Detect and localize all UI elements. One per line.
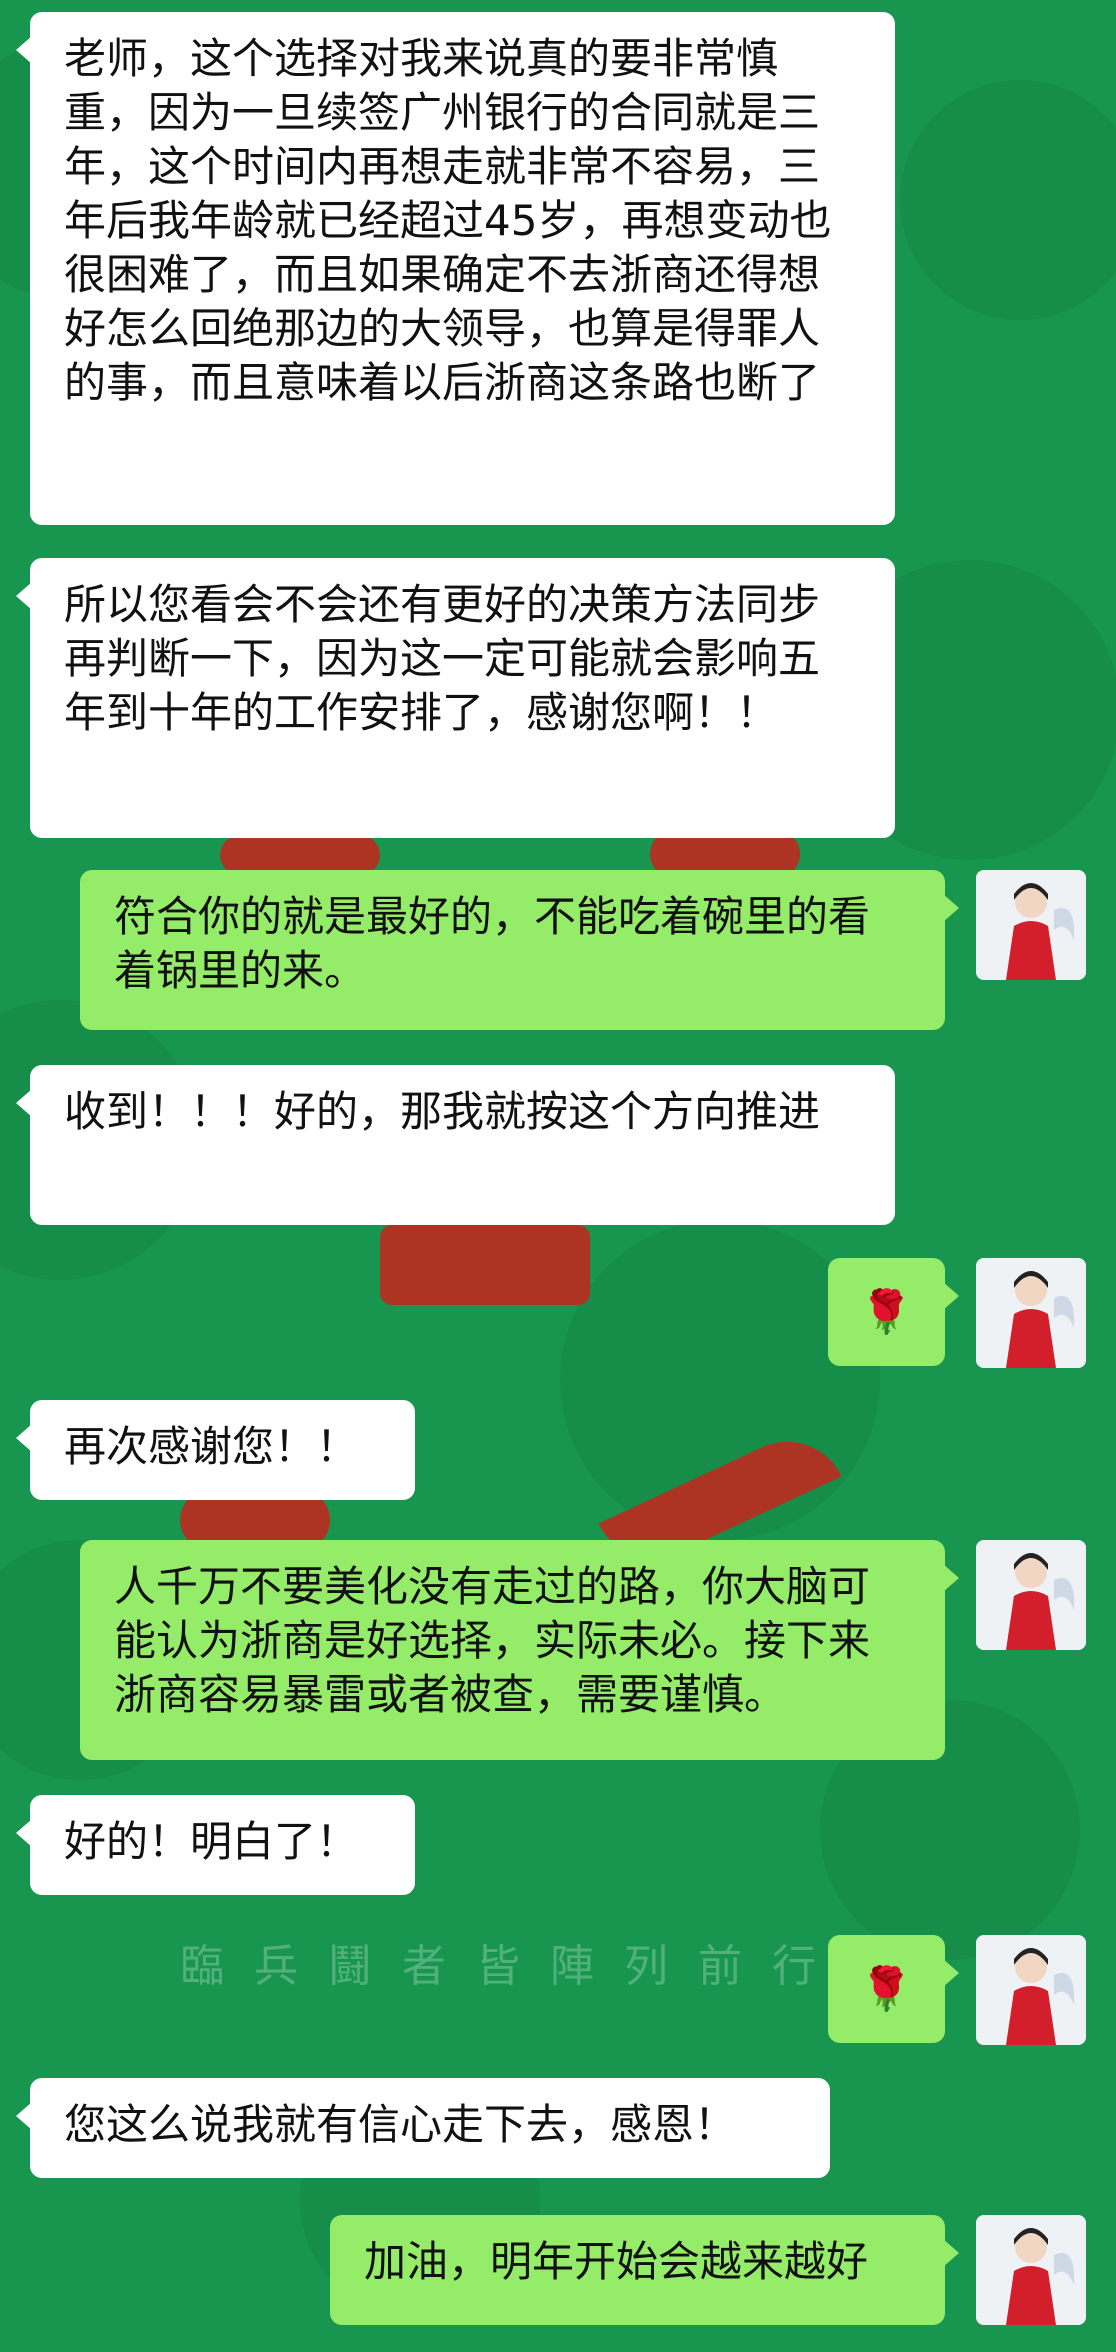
message-bubble[interactable]: 老师，这个选择对我来说真的要非常慎重，因为一旦续签广州银行的合同就是三年，这个时… xyxy=(16,12,895,525)
message-text: 再次感谢您！！ xyxy=(64,1422,359,1471)
message-bubble[interactable]: 好的！明白了！ xyxy=(16,1795,415,1895)
message-bubble[interactable]: 再次感谢您！！ xyxy=(16,1400,415,1500)
avatar-woman-in-red-icon xyxy=(976,1935,1086,2045)
message-bubble[interactable]: 加油，明年开始会越来越好 xyxy=(330,2215,959,2325)
chat-message-list[interactable]: 老师，这个选择对我来说真的要非常慎重，因为一旦续签广州银行的合同就是三年，这个时… xyxy=(0,0,1116,2352)
message-bubble[interactable]: 您这么说我就有信心走下去，感恩！ xyxy=(16,2078,830,2178)
message-bubble[interactable]: 人千万不要美化没有走过的路，你大脑可能认为浙商是好选择，实际未必。接下来浙商容易… xyxy=(80,1540,959,1760)
avatar[interactable] xyxy=(976,1540,1086,1650)
avatar-woman-in-red-icon xyxy=(976,870,1086,980)
message-text: 老师，这个选择对我来说真的要非常慎重，因为一旦续签广州银行的合同就是三年，这个时… xyxy=(64,34,832,407)
avatar[interactable] xyxy=(976,1935,1086,2045)
avatar-woman-in-red-icon xyxy=(976,2215,1086,2325)
message-text: 符合你的就是最好的，不能吃着碗里的看着锅里的来。 xyxy=(114,892,871,995)
message-text: 人千万不要美化没有走过的路，你大脑可能认为浙商是好选择，实际未必。接下来浙商容易… xyxy=(114,1562,871,1719)
message-text: 您这么说我就有信心走下去，感恩！ xyxy=(64,2100,737,2149)
message-bubble[interactable]: 🌹 xyxy=(828,1935,959,2043)
message-text: 好的！明白了！ xyxy=(64,1817,359,1866)
avatar[interactable] xyxy=(976,2215,1086,2325)
message-bubble[interactable]: 所以您看会不会还有更好的决策方法同步再判断一下，因为这一定可能就会影响五年到十年… xyxy=(16,558,895,838)
message-text: 收到！！！好的，那我就按这个方向推进 xyxy=(64,1087,821,1136)
message-bubble[interactable]: 符合你的就是最好的，不能吃着碗里的看着锅里的来。 xyxy=(80,870,959,1030)
message-bubble[interactable]: 收到！！！好的，那我就按这个方向推进 xyxy=(16,1065,895,1225)
avatar[interactable] xyxy=(976,870,1086,980)
message-text: 所以您看会不会还有更好的决策方法同步再判断一下，因为这一定可能就会影响五年到十年… xyxy=(64,580,821,737)
rose-icon: 🌹 xyxy=(860,1287,913,1336)
avatar-woman-in-red-icon xyxy=(976,1540,1086,1650)
message-text: 加油，明年开始会越来越好 xyxy=(364,2237,869,2286)
avatar-woman-in-red-icon xyxy=(976,1258,1086,1368)
message-bubble[interactable]: 🌹 xyxy=(828,1258,959,1366)
rose-icon: 🌹 xyxy=(860,1964,913,2013)
avatar[interactable] xyxy=(976,1258,1086,1368)
